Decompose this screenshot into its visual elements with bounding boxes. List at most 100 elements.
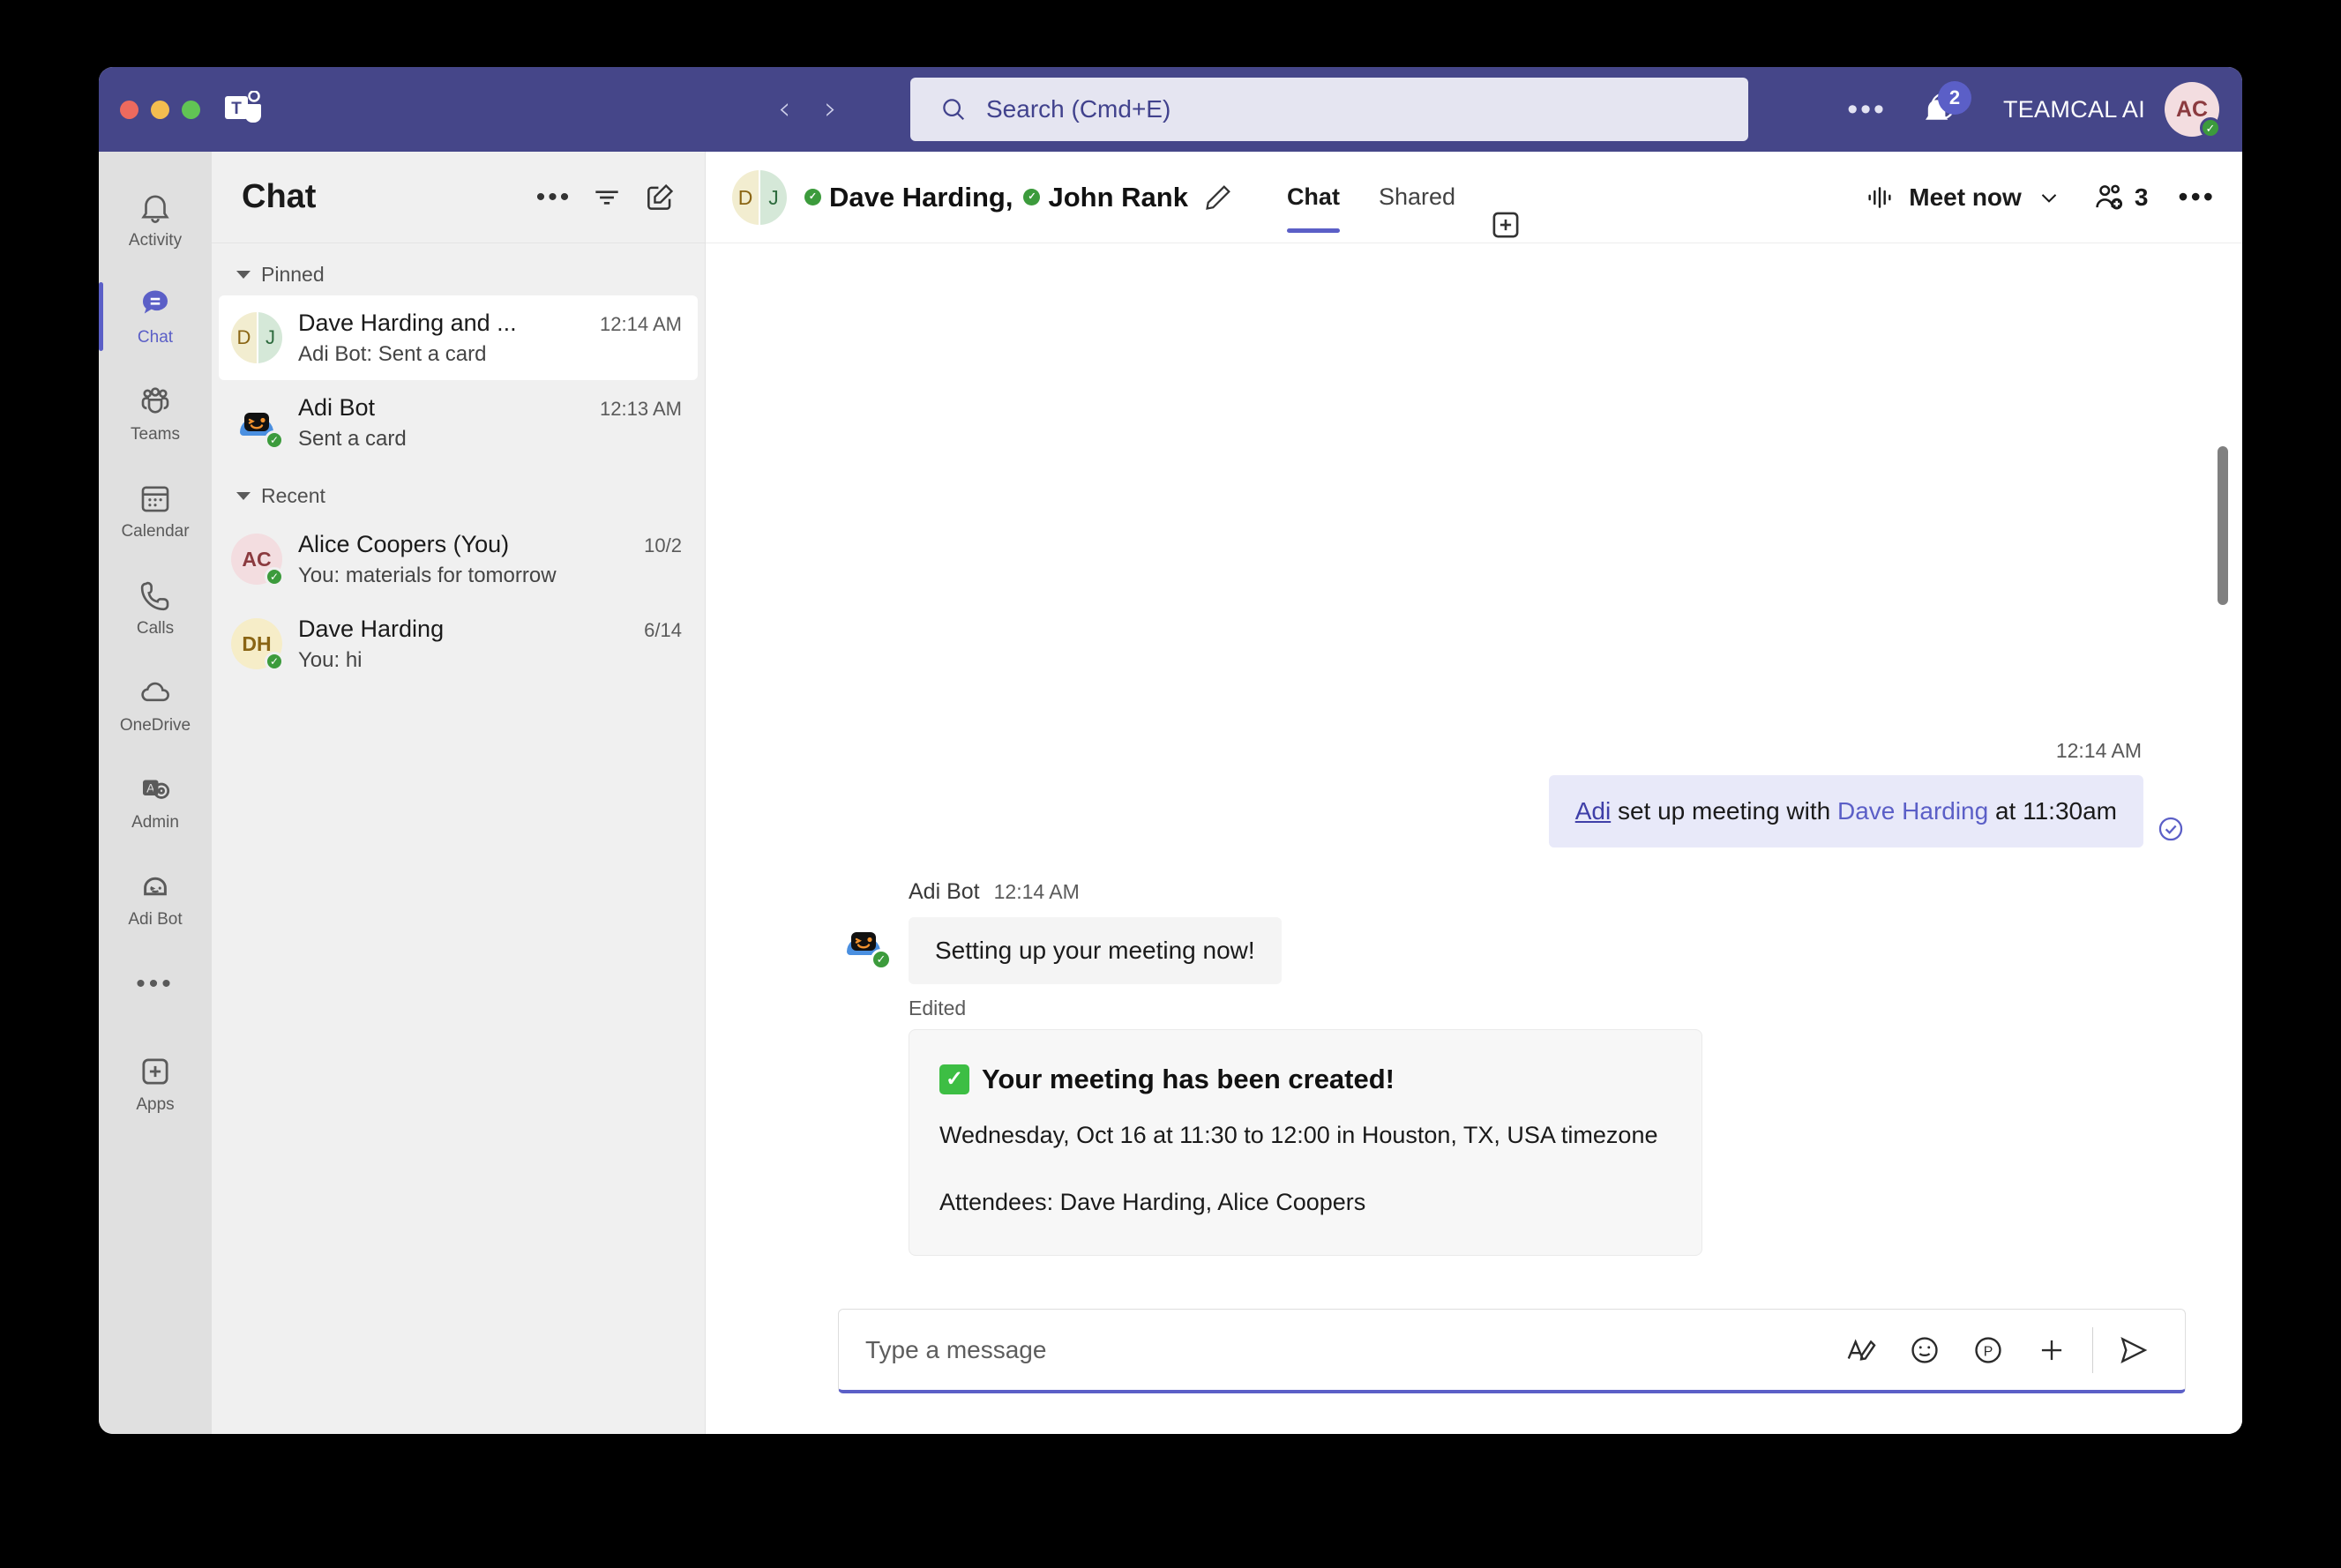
svg-text:T: T: [231, 100, 242, 118]
sidebar-item-label: Chat: [138, 328, 173, 347]
sidebar-item-calendar[interactable]: Calendar: [99, 462, 212, 559]
compose-icon[interactable]: [639, 177, 680, 218]
notifications-button[interactable]: 2: [1911, 83, 1977, 136]
list-item[interactable]: D J Dave Harding and ... 12:14 AM Adi Bo…: [219, 295, 698, 380]
message-scrollbar[interactable]: [2218, 446, 2228, 605]
list-item-text: Dave Harding 6/14 You: hi: [298, 616, 682, 673]
add-people-button[interactable]: 3: [2071, 181, 2170, 214]
message-input[interactable]: Type a message: [838, 1309, 2186, 1393]
emoji-icon[interactable]: [1907, 1333, 1942, 1368]
sidebar-item-label: Calendar: [121, 522, 189, 541]
sidebar-item-label: Activity: [129, 231, 182, 250]
chat-list-header: Chat •••: [212, 152, 705, 243]
edited-label: Edited: [909, 997, 2186, 1020]
presence-available-icon: ✓: [265, 430, 284, 450]
close-window-button[interactable]: [120, 101, 138, 119]
window-controls[interactable]: [120, 101, 200, 119]
list-item-text: Alice Coopers (You) 10/2 You: materials …: [298, 531, 682, 588]
presence-available-icon: ✓: [265, 567, 284, 586]
sidebar-item-apps[interactable]: Apps: [99, 1035, 212, 1132]
back-button[interactable]: ‹: [778, 93, 790, 125]
tab-label: Shared: [1379, 183, 1455, 211]
list-item[interactable]: ✓ Adi Bot 12:13 AM Sent a card: [219, 380, 698, 465]
list-item-time: 12:14 AM: [600, 313, 682, 336]
list-item-text: Dave Harding and ... 12:14 AM Adi Bot: S…: [298, 310, 682, 367]
message-timestamp: 12:14 AM: [2056, 739, 2142, 763]
sidebar-item-label: Teams: [131, 425, 180, 444]
chevron-down-icon: [236, 271, 251, 279]
avatar: AC ✓: [231, 534, 282, 585]
sidebar-item-admin[interactable]: A Admin: [99, 753, 212, 850]
plus-box-icon[interactable]: [1487, 206, 1524, 243]
forward-button[interactable]: ›: [824, 93, 836, 125]
avatar: ✓: [838, 916, 889, 967]
avatar: D J: [732, 170, 787, 225]
tab-chat[interactable]: Chat: [1268, 152, 1359, 243]
sidebar-item-activity[interactable]: Activity: [99, 171, 212, 268]
card-title-label: Your meeting has been created!: [982, 1064, 1395, 1095]
sidebar-item-onedrive[interactable]: OneDrive: [99, 656, 212, 753]
card-meeting-details: Wednesday, Oct 16 at 11:30 to 12:00 in H…: [939, 1118, 1672, 1152]
sidebar-item-label: Admin: [131, 813, 179, 833]
person-link-dave-harding[interactable]: Dave Harding: [1837, 797, 1988, 825]
check-mark-emoji-icon: ✓: [939, 1064, 969, 1094]
presence-available-icon: ✓: [871, 949, 892, 970]
list-item[interactable]: DH ✓ Dave Harding 6/14 You: hi: [219, 601, 698, 686]
sidebar-item-calls[interactable]: Calls: [99, 559, 212, 656]
bot-face-icon: [137, 868, 174, 905]
bell-icon: [137, 189, 174, 226]
conversation-actions: Meet now: [1865, 181, 2216, 214]
chat-group-header-pinned[interactable]: Pinned: [212, 243, 705, 295]
chat-list-more-options-icon[interactable]: •••: [534, 177, 574, 218]
message-bubble: Setting up your meeting now!: [909, 917, 1282, 984]
tab-shared[interactable]: Shared: [1359, 152, 1475, 243]
list-item[interactable]: AC ✓ Alice Coopers (You) 10/2 You: mater…: [219, 517, 698, 601]
titlebar-more-button[interactable]: •••: [1822, 101, 1911, 118]
conversation-more-options-button[interactable]: •••: [2169, 191, 2216, 203]
list-item-text: Adi Bot 12:13 AM Sent a card: [298, 394, 682, 452]
sidebar-item-label: Apps: [136, 1095, 174, 1115]
send-icon[interactable]: [2116, 1333, 2151, 1368]
navigation-arrows[interactable]: ‹ ›: [778, 93, 837, 125]
meet-now-icon: [1865, 183, 1895, 213]
chevron-down-icon[interactable]: [2036, 184, 2062, 211]
conversation-tabs: Chat Shared: [1268, 152, 1524, 243]
sidebar-item-teams[interactable]: Teams: [99, 365, 212, 462]
attach-plus-icon[interactable]: [2034, 1333, 2069, 1368]
message-author: Adi Bot: [909, 879, 980, 905]
chat-list-panel: Chat ••• Pinned: [212, 152, 706, 1434]
conversation-participants: ✓ Dave Harding , ✓ John Rank: [804, 182, 1234, 213]
meet-now-button[interactable]: Meet now: [1865, 183, 2071, 213]
avatar[interactable]: AC ✓: [2165, 82, 2219, 137]
chat-group-label: Recent: [261, 484, 325, 508]
maximize-window-button[interactable]: [182, 101, 200, 119]
calendar-icon: [137, 480, 174, 517]
list-item-preview: You: materials for tomorrow: [298, 564, 682, 588]
composer-divider: [2092, 1327, 2093, 1373]
filter-icon[interactable]: [587, 177, 627, 218]
presence-available-icon: ✓: [804, 189, 821, 205]
avatar-initial-left: D: [231, 312, 257, 363]
conversation-panel: D J ✓ Dave Harding , ✓ John Rank: [706, 152, 2242, 1434]
pencil-icon[interactable]: [1202, 182, 1234, 213]
sidebar-item-chat[interactable]: Chat: [99, 268, 212, 365]
minimize-window-button[interactable]: [151, 101, 169, 119]
participant-two: ✓ John Rank: [1023, 182, 1187, 213]
people-count-label: 3: [2135, 183, 2149, 212]
mention-adi[interactable]: Adi: [1575, 797, 1611, 825]
app-body: Activity Chat: [99, 152, 2242, 1434]
search-input[interactable]: Search (Cmd+E): [910, 78, 1748, 141]
participants-separator: ,: [1006, 182, 1013, 213]
chat-group-header-recent[interactable]: Recent: [212, 465, 705, 517]
sidebar-item-adi-bot[interactable]: Adi Bot: [99, 850, 212, 947]
title-bar: T ‹ › Search (Cmd+E) •••: [99, 67, 2242, 152]
sidebar-more-apps-button[interactable]: •••: [99, 947, 212, 1021]
format-text-icon[interactable]: [1844, 1333, 1879, 1368]
svg-text:P: P: [1984, 1344, 1993, 1359]
meeting-created-card: ✓ Your meeting has been created! Wednesd…: [909, 1029, 1702, 1256]
sticker-icon[interactable]: P: [1971, 1333, 2006, 1368]
svg-text:J: J: [768, 186, 779, 209]
participant-two-label: John Rank: [1048, 182, 1187, 213]
incoming-message: ✓ Adi Bot 12:14 AM Setting up your meeti…: [838, 879, 2186, 1286]
list-item-time: 12:13 AM: [600, 398, 682, 421]
